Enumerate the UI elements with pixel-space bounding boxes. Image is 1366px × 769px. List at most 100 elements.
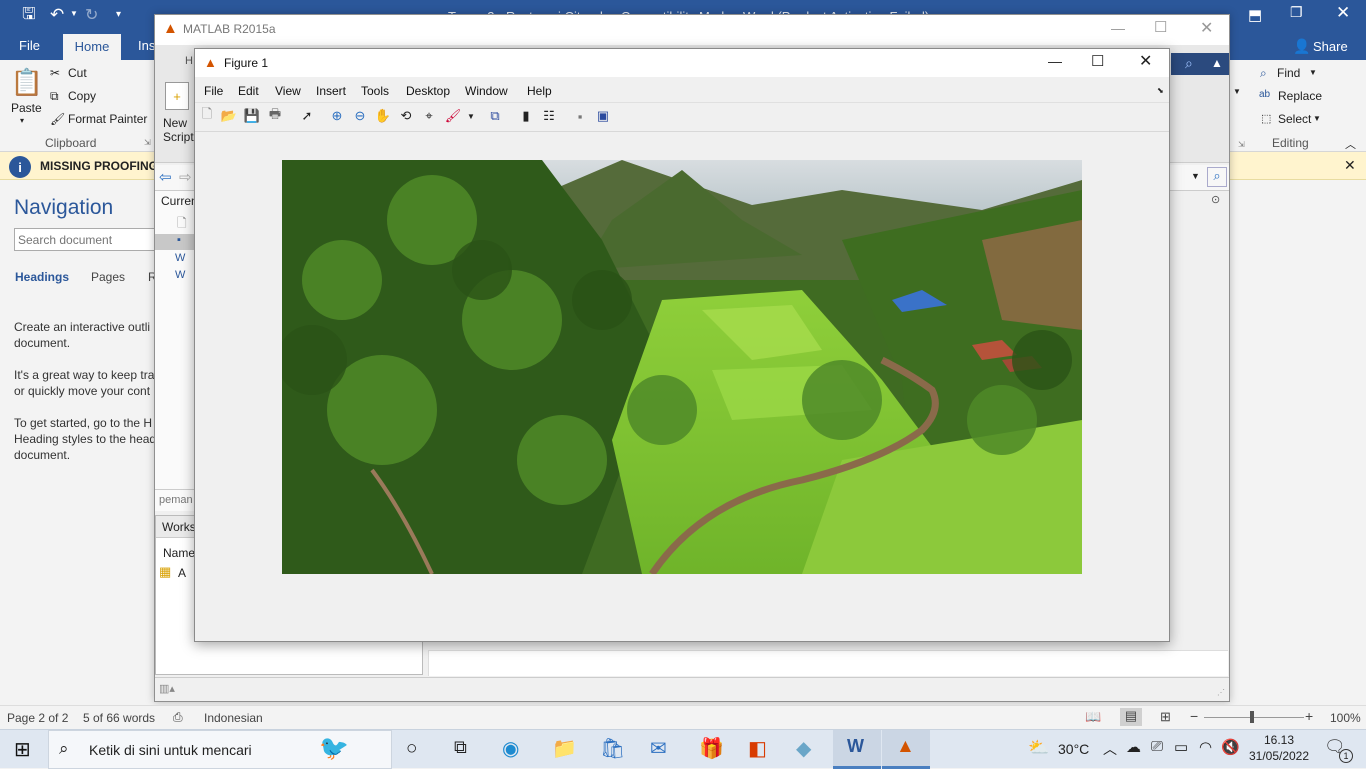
brush-dropdown-icon[interactable]: ▼ [461,106,481,126]
save-figure-icon[interactable]: 💾 [242,106,262,126]
ribbon-display-icon[interactable]: ⬒ [1248,6,1262,24]
figure-menu-desktop[interactable]: Desktop [406,84,450,98]
figure-menu-tools[interactable]: Tools [361,84,389,98]
customize-qat-icon[interactable]: ▾ [116,9,121,20]
copy-icon[interactable]: ⧉ [50,89,59,104]
word-file-icon[interactable]: W [175,252,185,264]
figure-menu-help[interactable]: Help [527,84,552,98]
paste-icon[interactable]: 📋 [11,66,43,98]
forward-icon[interactable]: ⇨ [179,168,192,186]
workspace-variable[interactable]: A [178,566,186,580]
panel-options-icon[interactable]: ⊙ [1211,193,1220,206]
show-plot-tools-icon[interactable]: ▣ [593,106,613,126]
select-dropdown-icon[interactable]: ▼ [1313,114,1321,123]
wifi-icon[interactable]: ◠ [1199,738,1212,756]
matlab-minimize-icon[interactable]: — [1111,20,1125,36]
language-indicator[interactable]: Indonesian [204,711,263,725]
rotate-3d-icon[interactable]: ⟲ [396,106,416,126]
zoom-slider-thumb[interactable] [1250,711,1254,723]
data-cursor-icon[interactable]: ⌖ [419,106,439,126]
gift-app-icon[interactable]: 🎁 [699,736,724,761]
new-figure-icon[interactable]: 🗋 [197,106,217,126]
zoom-out-button[interactable]: − [1190,708,1198,724]
address-search-icon[interactable]: ⌕ [1207,167,1227,187]
undo-dropdown-icon[interactable]: ▼ [70,9,78,18]
share-button[interactable]: Share [1313,39,1348,54]
matlab-taskbar-button[interactable]: ▲ [882,730,930,769]
matlab-close-icon[interactable]: ✕ [1200,18,1213,38]
cut-button[interactable]: Cut [68,66,87,80]
save-icon[interactable]: 🖫 [18,6,40,26]
word-close-icon[interactable]: ✕ [1336,3,1350,23]
zoom-level[interactable]: 100% [1330,711,1361,725]
select-icon[interactable]: ⬚ [1261,112,1271,125]
figure-menu-window[interactable]: Window [465,84,508,98]
onedrive-icon[interactable]: ☁ [1126,738,1141,756]
print-icon[interactable]: 🖶 [265,106,285,126]
collapse-ribbon-icon[interactable]: ︿ [1345,136,1356,152]
new-script-icon[interactable]: + [165,82,189,110]
battery-icon[interactable]: ▭ [1174,738,1188,756]
read-mode-icon[interactable]: 📖 [1085,709,1101,725]
mail-icon[interactable]: ✉ [650,736,667,761]
format-painter-icon[interactable]: 🖌 [50,112,65,126]
page-count[interactable]: Page 2 of 2 [7,711,68,725]
replace-button[interactable]: Replace [1278,89,1322,103]
link-plot-icon[interactable]: ⧉ [485,106,505,126]
zoom-slider[interactable] [1204,717,1304,718]
cortana-icon[interactable]: ○ [406,738,417,760]
legend-icon[interactable]: ☷ [539,106,559,126]
figure-menu-file[interactable]: File [204,84,223,98]
zoom-in-button[interactable]: + [1305,708,1313,724]
figure-menu-view[interactable]: View [275,84,301,98]
undo-icon[interactable]: ↶ [50,5,64,25]
back-icon[interactable]: ⇦ [159,168,172,186]
command-window-area[interactable] [428,650,1228,676]
find-dropdown-icon[interactable]: ▼ [1309,68,1317,77]
edit-plot-arrow-icon[interactable]: ➚ [297,106,317,126]
find-button[interactable]: Find [1277,66,1300,80]
search-highlight-bird-icon[interactable]: 🐦 [319,734,349,763]
nav-tab-pages[interactable]: Pages [91,270,125,284]
clock[interactable]: 16.13 31/05/2022 [1248,732,1310,766]
dock-figure-icon[interactable]: ⬊ [1157,86,1164,95]
taskbar-search-box[interactable]: ⌕ Ketik di sini untuk mencari 🐦 [48,730,392,769]
show-hidden-icons-icon[interactable]: ︿ [1103,739,1117,759]
figure-minimize-icon[interactable]: — [1048,53,1062,69]
proofing-icon[interactable]: ⎙ [173,710,183,725]
edge-icon[interactable]: ◉ [502,736,519,761]
resize-grip-icon[interactable]: ⋰ [1217,688,1225,697]
hide-plot-tools-icon[interactable]: ▪ [570,106,590,126]
address-dropdown-icon[interactable]: ▼ [1191,171,1200,181]
windows-start-icon[interactable]: ⊞ [14,737,31,762]
figure-menu-insert[interactable]: Insert [316,84,346,98]
colorbar-icon[interactable]: ▮ [516,106,536,126]
file-explorer-icon[interactable]: 📁 [552,736,577,761]
temperature[interactable]: 30°C [1058,741,1089,757]
paste-dropdown-icon[interactable]: ▾ [20,116,24,125]
copy-button[interactable]: Copy [68,89,96,103]
tab-home[interactable]: Home [63,34,121,60]
redo-icon[interactable]: ↻ [85,5,98,25]
figure-menu-edit[interactable]: Edit [238,84,259,98]
clipboard-launcher-icon[interactable]: ⇲ [144,138,151,147]
status-grip-icon[interactable]: ▥▴ [159,682,175,695]
app-icon[interactable]: ◆ [796,736,811,761]
file-icon[interactable]: 🗋 [177,214,187,235]
replace-icon[interactable]: ab [1259,89,1270,100]
web-layout-icon[interactable]: ⊞ [1160,709,1171,725]
tab-insert[interactable]: Ins [138,38,155,53]
find-icon[interactable]: ⌕ [1260,66,1267,81]
figure-maximize-icon[interactable]: ☐ [1091,52,1104,70]
zoom-out-icon[interactable]: ⊖ [350,106,370,126]
matlab-pin-icon[interactable]: ▲ [1211,56,1223,70]
styles-launcher-icon[interactable]: ⇲ [1238,140,1245,149]
word-restore-icon[interactable]: ❐ [1290,4,1303,21]
word-taskbar-button[interactable]: W [833,730,881,769]
nav-tab-headings[interactable]: Headings [15,270,69,284]
workspace-column-name[interactable]: Name [163,546,195,560]
format-painter-button[interactable]: Format Painter [68,112,147,126]
cut-icon[interactable]: ✂ [50,66,60,80]
search-document-input[interactable] [14,228,159,251]
brush-icon[interactable]: 🖌 [443,106,463,126]
